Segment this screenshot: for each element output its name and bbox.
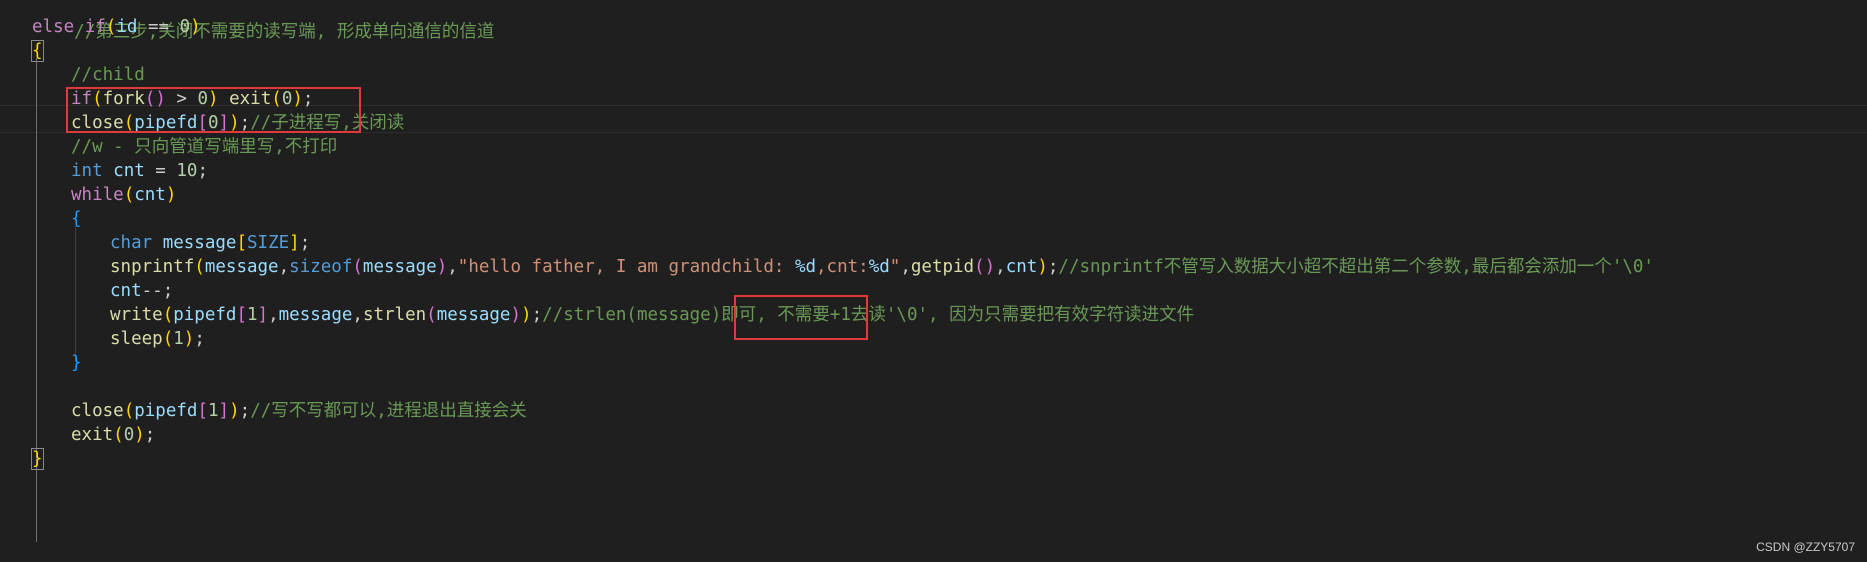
- code-line-close-brace: }: [31, 448, 44, 470]
- code-line-while-close: }: [71, 353, 82, 373]
- code-editor[interactable]: //第三步,关闭不需要的读写端, 形成单向通信的信道 else if(id ==…: [0, 0, 1867, 562]
- indent-guide-inner: [75, 226, 76, 362]
- code-line-open-brace: {: [31, 40, 44, 62]
- code-line-exit: exit(0);: [71, 425, 156, 445]
- code-line-while: while(cnt): [71, 185, 177, 205]
- code-line-write: write(pipefd[1],message,strlen(message))…: [110, 305, 1195, 325]
- code-line-snprintf: snprintf(message,sizeof(message),"hello …: [110, 257, 1654, 277]
- annotation-box-grandchild: [734, 295, 868, 340]
- code-line-sleep: sleep(1);: [110, 329, 205, 349]
- code-line-while-open: {: [71, 209, 82, 229]
- annotation-box-fork: [66, 87, 361, 133]
- watermark: CSDN @ZZY5707: [1756, 540, 1855, 554]
- code-line-else-if: else if(id == 0): [32, 17, 201, 37]
